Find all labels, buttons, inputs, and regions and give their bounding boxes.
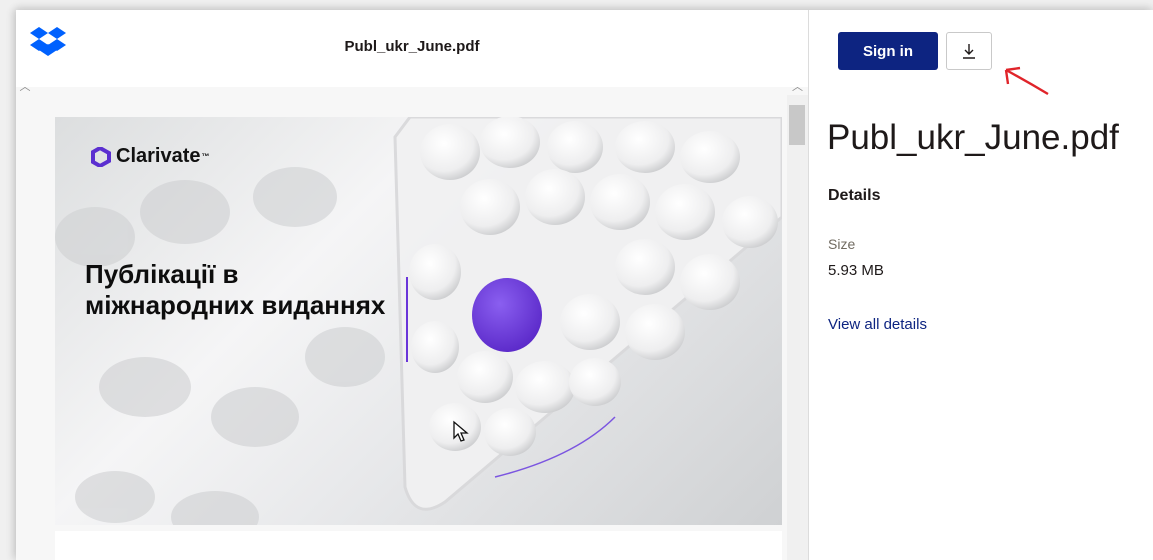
download-button[interactable] bbox=[946, 32, 992, 70]
preview-file-title: Publ_ukr_June.pdf bbox=[344, 38, 480, 55]
scrollbar-thumb[interactable] bbox=[789, 105, 805, 145]
headline-line-1: Публікації в bbox=[85, 259, 239, 289]
sign-in-button[interactable]: Sign in bbox=[838, 32, 938, 70]
annotation-arrow-icon bbox=[1004, 66, 1049, 96]
details-heading: Details bbox=[828, 187, 881, 204]
pdf-page: Clarivate ™ Публікації в міжнародних вида… bbox=[55, 117, 782, 525]
next-page-edge bbox=[55, 531, 782, 560]
cursor-icon bbox=[453, 420, 469, 442]
vertical-scrollbar[interactable] bbox=[787, 95, 808, 560]
sidebar-file-title: Publ_ukr_June.pdf bbox=[827, 118, 1119, 157]
clarivate-brand-text: Clarivate bbox=[116, 145, 201, 167]
headline-line-2: міжнародних виданнях bbox=[85, 290, 386, 320]
download-icon bbox=[963, 44, 975, 59]
scroll-up-left-icon[interactable]: ︿ bbox=[18, 80, 32, 94]
clarivate-logo-icon bbox=[91, 146, 111, 167]
clarivate-logo: Clarivate ™ bbox=[89, 145, 210, 168]
scroll-up-right-icon[interactable]: ︿ bbox=[787, 80, 808, 94]
size-value: 5.93 MB bbox=[828, 262, 884, 279]
preview-header: Publ_ukr_June.pdf bbox=[16, 10, 808, 87]
page-headline: Публікації в міжнародних виданнях bbox=[85, 259, 385, 321]
size-label: Size bbox=[828, 236, 856, 252]
dropbox-logo-icon[interactable] bbox=[30, 26, 66, 56]
trademark-mark: ™ bbox=[201, 152, 210, 161]
view-all-details-link[interactable]: View all details bbox=[828, 316, 927, 333]
purple-pill bbox=[472, 278, 542, 352]
page-illustration bbox=[55, 117, 782, 525]
